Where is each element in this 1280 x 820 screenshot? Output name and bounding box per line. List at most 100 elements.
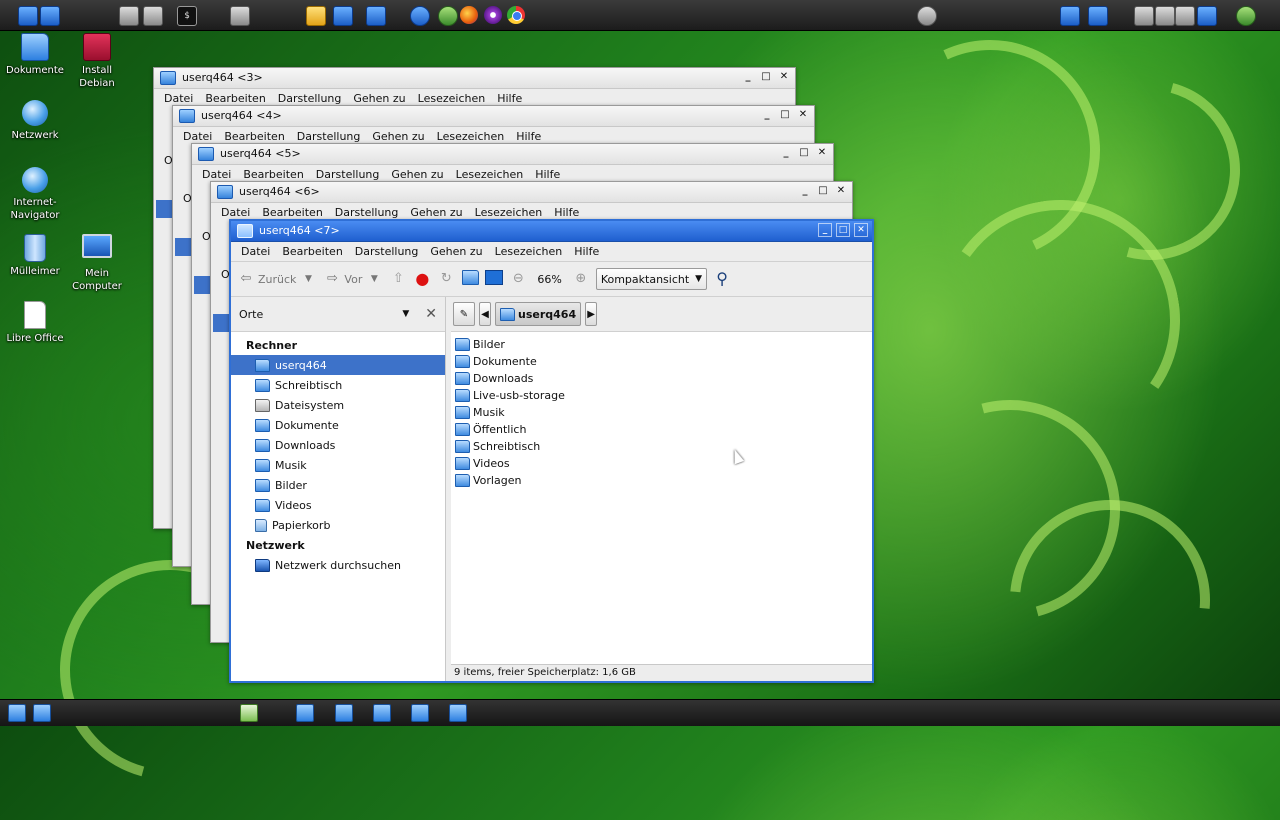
close-button[interactable]: ✕: [815, 146, 829, 160]
titlebar[interactable]: userq464 <4> _ □ ✕: [173, 106, 814, 127]
desktop-icon-muelleimer[interactable]: Mülleimer: [0, 234, 70, 278]
minimize-button[interactable]: _: [741, 70, 755, 84]
desktop-icon-mein-computer[interactable]: Mein Computer: [62, 234, 132, 293]
menu-lesezeichen[interactable]: Lesezeichen: [489, 245, 569, 258]
files-icon[interactable]: [40, 6, 60, 26]
firefox-icon[interactable]: [460, 6, 478, 24]
menu-darstellung[interactable]: Darstellung: [349, 245, 425, 258]
taskbar-window-5[interactable]: [373, 704, 391, 722]
terminal-icon[interactable]: $: [177, 6, 197, 26]
sidebar-item-papierkorb[interactable]: Papierkorb: [231, 515, 445, 535]
desktop-icon-netzwerk[interactable]: Netzwerk: [0, 100, 70, 142]
text-editor-icon[interactable]: [230, 6, 250, 26]
menu-darstellung[interactable]: Darstellung: [272, 92, 348, 105]
show-desktop-icon[interactable]: [33, 704, 51, 722]
maximize-button[interactable]: □: [797, 146, 811, 160]
menu-gehen-zu[interactable]: Gehen zu: [404, 206, 468, 219]
browser-icon[interactable]: [438, 6, 458, 26]
menu-hilfe[interactable]: Hilfe: [510, 130, 547, 143]
menu-hilfe[interactable]: Hilfe: [529, 168, 566, 181]
file-item[interactable]: Vorlagen: [451, 472, 872, 489]
forward-button[interactable]: ⇨ Vor ▼: [323, 270, 383, 288]
file-item[interactable]: Bilder: [451, 336, 872, 353]
menu-bearbeiten[interactable]: Bearbeiten: [276, 245, 348, 258]
file-manager-icon[interactable]: [333, 6, 353, 26]
menu-lesezeichen[interactable]: Lesezeichen: [469, 206, 549, 219]
close-button[interactable]: ✕: [777, 70, 791, 84]
minimize-button[interactable]: _: [818, 223, 832, 237]
minimize-button[interactable]: _: [779, 146, 793, 160]
menu-lesezeichen[interactable]: Lesezeichen: [450, 168, 530, 181]
menu-gehen-zu[interactable]: Gehen zu: [424, 245, 488, 258]
clock-icon[interactable]: [1236, 6, 1256, 26]
menu-gehen-zu[interactable]: Gehen zu: [366, 130, 430, 143]
file-manager-window[interactable]: userq464 <7> _ □ ✕ Datei Bearbeiten Dars…: [229, 219, 874, 683]
chromium-icon[interactable]: [507, 6, 525, 24]
sidebar-item-bilder[interactable]: Bilder: [231, 475, 445, 495]
text-editor-icon[interactable]: [240, 704, 258, 722]
taskbar-window-6[interactable]: [411, 704, 429, 722]
path-scroll-left-button[interactable]: ◀: [479, 302, 491, 326]
menu-lesezeichen[interactable]: Lesezeichen: [412, 92, 492, 105]
start-menu-icon[interactable]: [8, 704, 26, 722]
search-icon[interactable]: ⚲: [713, 270, 731, 288]
titlebar[interactable]: userq464 <7> _ □ ✕: [231, 221, 872, 242]
menu-gehen-zu[interactable]: Gehen zu: [385, 168, 449, 181]
desktop-icon-dokumente[interactable]: Dokumente: [0, 33, 70, 77]
file-item[interactable]: Öffentlich: [451, 421, 872, 438]
file-item[interactable]: Schreibtisch: [451, 438, 872, 455]
menu-bearbeiten[interactable]: Bearbeiten: [199, 92, 271, 105]
desktop-icon-libre-office[interactable]: Libre Office: [0, 301, 70, 345]
titlebar[interactable]: userq464 <5> _ □ ✕: [192, 144, 833, 165]
close-button[interactable]: ✕: [854, 223, 868, 237]
menu-gehen-zu[interactable]: Gehen zu: [347, 92, 411, 105]
zoom-out-icon[interactable]: ⊖: [509, 270, 527, 288]
maximize-button[interactable]: □: [816, 184, 830, 198]
network-manager-icon[interactable]: [917, 6, 937, 26]
sidebar-item-userq464[interactable]: userq464: [231, 355, 445, 375]
menu-darstellung[interactable]: Darstellung: [291, 130, 367, 143]
close-sidebar-icon[interactable]: ✕: [425, 306, 437, 322]
edit-location-button[interactable]: ✎: [453, 302, 475, 326]
file-manager-2-icon[interactable]: [366, 6, 386, 26]
taskbar-window-3[interactable]: [296, 704, 314, 722]
taskbar-window-7[interactable]: [449, 704, 467, 722]
close-button[interactable]: ✕: [834, 184, 848, 198]
up-arrow-icon[interactable]: ⇧: [389, 270, 407, 288]
menu-bearbeiten[interactable]: Bearbeiten: [237, 168, 309, 181]
path-scroll-right-button[interactable]: ▶: [585, 302, 598, 326]
menu-datei[interactable]: Datei: [196, 168, 237, 181]
titlebar[interactable]: userq464 <3> _ □ ✕: [154, 68, 795, 89]
tor-icon[interactable]: [484, 6, 502, 24]
chevron-down-icon[interactable]: ▼: [365, 270, 383, 288]
menu-bearbeiten[interactable]: Bearbeiten: [256, 206, 328, 219]
sidebar-places-select[interactable]: Orte: [239, 308, 402, 321]
menu-lesezeichen[interactable]: Lesezeichen: [431, 130, 511, 143]
maximize-button[interactable]: □: [836, 223, 850, 237]
notification-icon[interactable]: [1134, 6, 1154, 26]
sidebar-item-downloads[interactable]: Downloads: [231, 435, 445, 455]
sidebar-item-dokumente[interactable]: Dokumente: [231, 415, 445, 435]
system-config-icon[interactable]: [410, 6, 430, 26]
sidebar-item-musik[interactable]: Musik: [231, 455, 445, 475]
view-mode-select[interactable]: Kompaktansicht ▼: [595, 268, 708, 290]
menu-darstellung[interactable]: Darstellung: [329, 206, 405, 219]
minimize-button[interactable]: _: [798, 184, 812, 198]
menu-hilfe[interactable]: Hilfe: [568, 245, 605, 258]
menu-hilfe[interactable]: Hilfe: [548, 206, 585, 219]
file-item[interactable]: Live-usb-storage: [451, 387, 872, 404]
menu-datei[interactable]: Datei: [158, 92, 199, 105]
display-icon[interactable]: [1060, 6, 1080, 26]
path-segment-userq464[interactable]: userq464: [495, 302, 582, 326]
titlebar[interactable]: userq464 <6> _ □ ✕: [211, 182, 852, 203]
zoom-in-icon[interactable]: ⊕: [572, 270, 590, 288]
desktop-icon-install-debian[interactable]: Install Debian: [62, 33, 132, 90]
sidebar-item-dateisystem[interactable]: Dateisystem: [231, 395, 445, 415]
battery-icon[interactable]: [1197, 6, 1217, 26]
file-item[interactable]: Dokumente: [451, 353, 872, 370]
sidebar-item-netzwerk-durchsuchen[interactable]: Netzwerk durchsuchen: [231, 555, 445, 575]
clipboard-icon[interactable]: [1155, 6, 1175, 26]
menu-datei[interactable]: Datei: [235, 245, 276, 258]
screen-icon[interactable]: [1088, 6, 1108, 26]
chevron-down-icon[interactable]: ▼: [402, 309, 409, 319]
